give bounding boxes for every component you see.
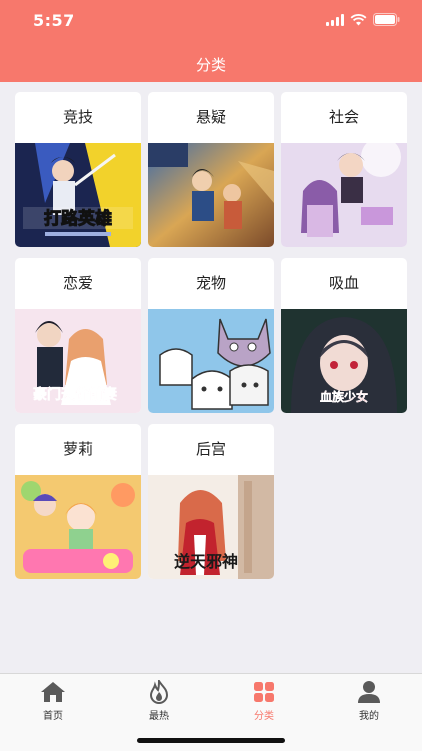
home-indicator [137, 738, 285, 743]
category-cover-image [281, 143, 407, 247]
category-cover-image [148, 309, 274, 413]
category-label: 竞技 [62, 108, 93, 126]
tab-home-label: 首页 [43, 711, 63, 722]
category-card-lianai[interactable]: 恋爱 豪门天价前妻 [15, 258, 141, 413]
grid-icon [254, 682, 274, 702]
tab-mine[interactable]: 我的 [316, 680, 422, 722]
category-cover-image: 打路英雄 [15, 143, 141, 247]
cover-title-text: 豪门天价前妻 [33, 386, 117, 403]
tab-mine-label: 我的 [359, 711, 379, 722]
status-icons [326, 13, 400, 26]
status-time: 5:57 [33, 11, 75, 30]
cover-title-text: 打路英雄 [44, 208, 112, 229]
tab-home[interactable]: 首页 [0, 680, 106, 722]
category-label: 恋爱 [62, 274, 93, 292]
category-card-hougong[interactable]: 后宫 逆天邪神 [148, 424, 274, 579]
signal-icon [326, 13, 344, 26]
battery-icon [373, 13, 400, 26]
tab-category[interactable]: 分类 [211, 680, 317, 722]
tab-category-label: 分类 [254, 711, 274, 722]
home-icon [41, 682, 65, 702]
category-label: 萝莉 [62, 440, 93, 458]
category-label: 后宫 [195, 440, 226, 458]
category-label: 悬疑 [195, 108, 226, 126]
flame-icon [149, 680, 169, 704]
category-card-shehui[interactable]: 社会 [281, 92, 407, 247]
category-cover-image [148, 143, 274, 247]
tab-hot-label: 最热 [149, 711, 169, 722]
category-label: 宠物 [195, 274, 226, 292]
category-label: 社会 [328, 108, 359, 126]
status-bar: 5:57 [0, 0, 422, 40]
person-icon [358, 681, 380, 703]
cover-title-text: 血族少女 [320, 389, 368, 404]
tab-hot[interactable]: 最热 [106, 680, 212, 722]
category-cover-image [15, 475, 141, 579]
category-card-xixue[interactable]: 吸血 血族少女 [281, 258, 407, 413]
category-label: 吸血 [328, 274, 359, 292]
category-card-jingji[interactable]: 竞技 打路英雄 [15, 92, 141, 247]
category-cover-image: 血族少女 [281, 309, 407, 413]
wifi-icon [350, 13, 367, 25]
page-title: 分类 [195, 56, 226, 74]
category-cover-image: 逆天邪神 [148, 475, 274, 579]
category-cover-image: 豪门天价前妻 [15, 309, 141, 413]
category-card-chongwu[interactable]: 宠物 [148, 258, 274, 413]
cover-title-text: 逆天邪神 [174, 552, 238, 571]
header: 5:57 分类 [0, 0, 422, 82]
category-card-luoli[interactable]: 萝莉 [15, 424, 141, 579]
category-card-xuanyi[interactable]: 悬疑 [148, 92, 274, 247]
